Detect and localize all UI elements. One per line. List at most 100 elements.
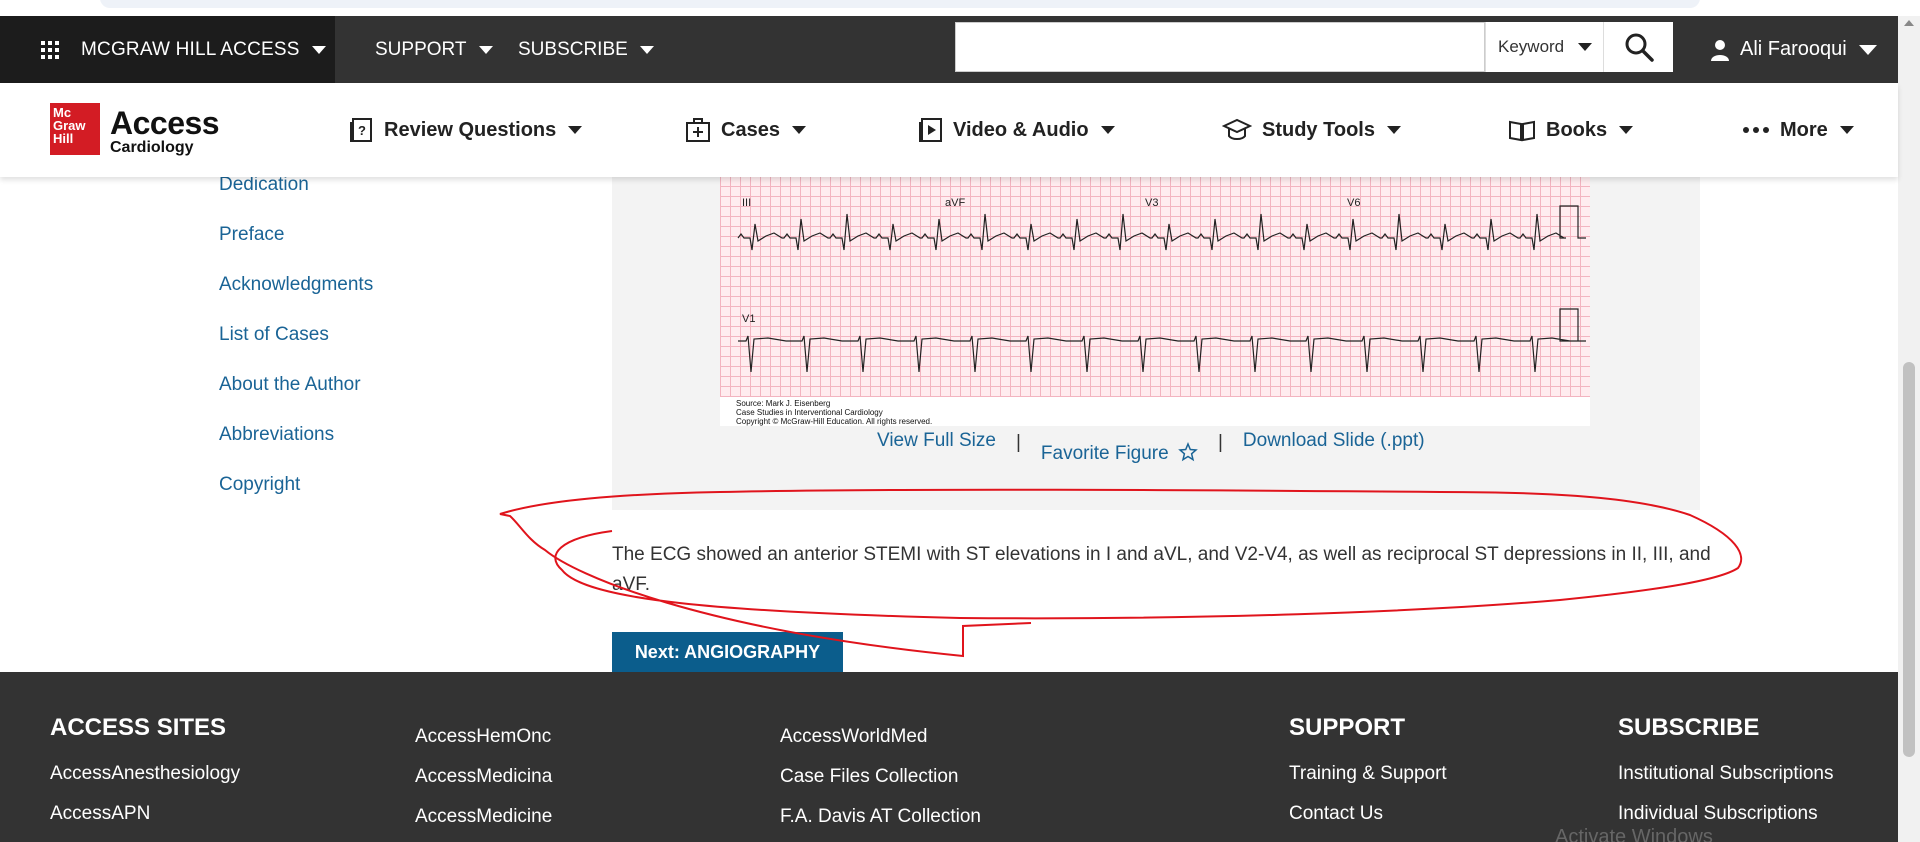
caret-down-icon [568,126,583,134]
ecg-trace-row-2 [738,308,1586,373]
caret-down-icon [1100,126,1115,134]
subscribe-menu[interactable]: SUBSCRIBE [518,16,654,83]
search-button[interactable] [1603,22,1673,72]
page-scrollbar[interactable] [1898,16,1920,842]
footer-heading: SUPPORT [1289,714,1406,741]
nav-books[interactable]: Books [1508,83,1634,177]
figure-source: Source: Mark J. Eisenberg Case Studies i… [720,397,1590,426]
scroll-up-icon[interactable] [1904,20,1914,26]
open-book-icon [1509,120,1535,142]
nav-review-questions[interactable]: ? Review Questions [348,83,583,177]
nav-label[interactable]: Review Questions [384,119,556,142]
nav-cases[interactable]: Cases [685,83,806,177]
caret-down-icon [1386,126,1401,134]
footer-link[interactable]: Case Files Collection [780,757,981,797]
toc-copyright[interactable]: Copyright [219,470,519,520]
activate-windows-watermark: Activate Windows [1555,826,1713,842]
user-name[interactable]: Ali Farooqui [1740,38,1847,61]
search-scope-label: Keyword [1498,37,1565,56]
toc-dedication[interactable]: Dedication [219,170,519,220]
footer-link[interactable]: Contact Us [1289,794,1447,834]
footer-link[interactable]: AccessMedicine [415,797,552,837]
access-cardiology-logo[interactable]: Mc Graw Hill Access Cardiology [50,103,250,163]
nav-more[interactable]: More [1742,83,1854,177]
user-menu[interactable]: Ali Farooqui [1710,16,1877,83]
address-bar[interactable] [100,0,1700,8]
nav-label[interactable]: Study Tools [1262,119,1375,142]
next-section-button[interactable]: Next: ANGIOGRAPHY [612,632,843,672]
footer-link[interactable]: Training & Support [1289,754,1447,794]
toc-list-of-cases[interactable]: List of Cases [219,320,519,370]
brand-menu[interactable]: MCGRAW HILL ACCESS [0,16,335,83]
favorite-figure-link[interactable]: Favorite Figure [1041,442,1198,465]
separator: | [1015,432,1021,453]
nav-label[interactable]: Books [1546,119,1607,142]
ecg-figure-image[interactable]: III aVF V3 V6 V1 [720,176,1590,426]
footer-access-sites-col2: AccessHemOnc AccessMedicina AccessMedici… [415,717,552,837]
footer-access-sites-col1: ACCESS SITES AccessAnesthesiology Access… [50,714,240,834]
lead-label-avf: aVF [945,197,965,209]
view-full-size-link[interactable]: View Full Size [877,430,996,452]
footer-link[interactable]: Institutional Subscriptions [1618,754,1833,794]
caret-down-icon [639,45,654,54]
search-scope-select[interactable]: Keyword [1485,22,1603,72]
footer-access-sites-col3: AccessWorldMed Case Files Collection F.A… [780,717,981,837]
caret-down-icon [1578,43,1593,51]
caret-down-icon [478,45,493,54]
top-bar: MCGRAW HILL ACCESS SUPPORT SUBSCRIBE Key… [0,16,1898,83]
search-input[interactable] [956,23,1484,71]
lead-label-v6: V6 [1347,197,1360,209]
logo-cardiology-text: Cardiology [110,139,194,156]
lead-label-v3: V3 [1145,197,1158,209]
support-menu[interactable]: SUPPORT [375,16,493,83]
favorite-figure-label[interactable]: Favorite Figure [1041,443,1169,464]
subscribe-label[interactable]: SUBSCRIBE [518,39,628,61]
footer-link[interactable]: AccessHemOnc [415,717,552,757]
search-icon [1625,33,1654,62]
mcgraw-hill-logo: Mc Graw Hill [50,103,100,155]
caret-down-icon [1839,126,1854,134]
toc-acknowledgments[interactable]: Acknowledgments [219,270,519,320]
nav-label[interactable]: More [1780,119,1828,142]
star-icon[interactable] [1178,442,1198,462]
ecg-traces: III aVF V3 V6 V1 [737,197,1586,373]
graduation-cap-icon [1222,118,1252,140]
download-slide-link[interactable]: Download Slide (.ppt) [1243,430,1425,452]
footer-link[interactable]: AccessMedicina [415,757,552,797]
footer-link[interactable]: AccessWorldMed [780,717,981,757]
logo-access-text: Access [110,105,220,141]
brand-label[interactable]: MCGRAW HILL ACCESS [81,39,300,61]
user-icon [1711,39,1729,61]
site-header: Mc Graw Hill Access Cardiology ? Review … [0,83,1898,177]
toc-preface[interactable]: Preface [219,220,519,270]
caret-down-icon [1858,44,1877,55]
app-grid-icon[interactable] [41,40,59,59]
nav-study-tools[interactable]: Study Tools [1222,83,1401,177]
footer-support-col: SUPPORT Training & Support Contact Us [1289,714,1447,834]
caret-down-icon [791,126,806,134]
footer-link[interactable]: AccessAPN [50,794,240,834]
question-book-icon: ? [350,118,372,142]
source-line: Case Studies in Interventional Cardiolog… [736,408,883,417]
caret-down-icon [1619,126,1634,134]
source-line: Source: Mark J. Eisenberg [736,399,831,408]
search-box [955,22,1485,72]
browser-strip [0,0,1920,16]
briefcase-plus-icon [686,118,710,142]
support-label[interactable]: SUPPORT [375,39,467,61]
dots-icon [1743,127,1769,133]
nav-label[interactable]: Cases [721,119,780,142]
toc-about-author[interactable]: About the Author [219,370,519,420]
lead-label-iii: III [742,197,751,209]
footer-link[interactable]: F.A. Davis AT Collection [780,797,981,837]
site-footer: ACCESS SITES AccessAnesthesiology Access… [0,672,1898,842]
scroll-thumb[interactable] [1903,362,1915,757]
toc-abbreviations[interactable]: Abbreviations [219,420,519,470]
nav-video-audio[interactable]: Video & Audio [917,83,1115,177]
footer-subscribe-col: SUBSCRIBE Institutional Subscriptions In… [1618,714,1833,834]
video-book-icon [919,118,942,142]
figure-actions: View Full Size | Favorite Figure | Downl… [877,430,1425,464]
footer-link[interactable]: AccessAnesthesiology [50,754,240,794]
nav-label[interactable]: Video & Audio [953,119,1089,142]
footer-heading: ACCESS SITES [50,714,227,741]
